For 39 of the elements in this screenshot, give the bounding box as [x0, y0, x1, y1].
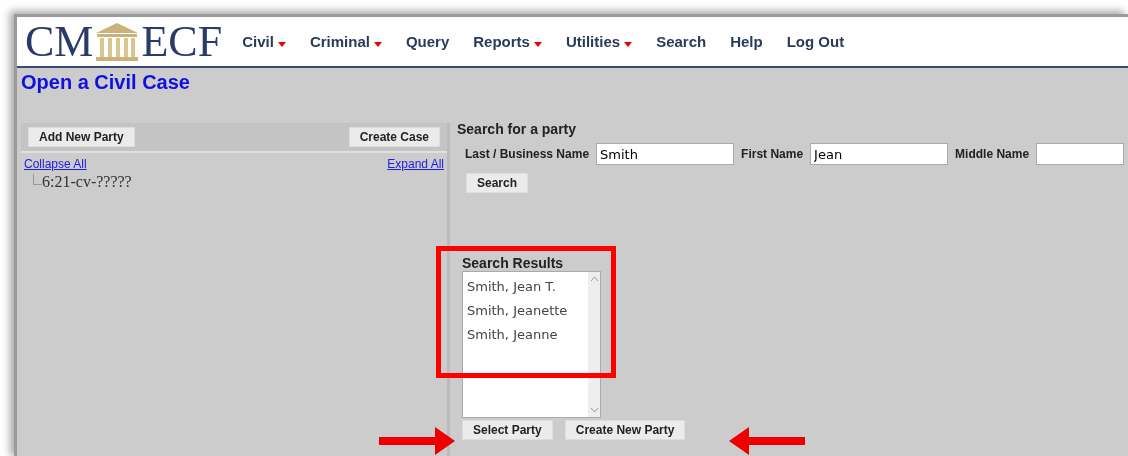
section-heading: Search for a party — [457, 121, 578, 137]
menu-item[interactable]: Log Out — [786, 33, 845, 50]
search-button[interactable]: Search — [466, 173, 529, 193]
menu-item[interactable]: Criminal — [309, 33, 382, 50]
text-field[interactable] — [1036, 143, 1125, 165]
menu-item[interactable]: Search — [656, 33, 707, 50]
scroll-up-icon — [589, 276, 599, 282]
list-item[interactable]: Smith, Jeanne — [467, 323, 584, 347]
toolbar-button[interactable]: Add New Party — [28, 127, 135, 147]
caret-icon — [533, 42, 542, 47]
caret-icon — [373, 42, 382, 47]
action-button[interactable]: Select Party — [462, 420, 553, 440]
toolbar-button[interactable]: Create Case — [348, 127, 440, 147]
list-item[interactable]: Smith, Jeanette — [467, 299, 584, 323]
scroll-down-icon — [589, 407, 599, 413]
menu-item[interactable]: Query — [405, 33, 450, 50]
field-label: Middle Name — [955, 147, 1030, 161]
results-list[interactable]: Smith, Jean T. Smith, Jeanette Smith, Jeanne — [462, 271, 601, 418]
menu-item[interactable]: Help — [730, 33, 763, 50]
tree-link[interactable]: Collapse All — [24, 157, 87, 171]
field-label: First Name — [741, 147, 804, 161]
page-title: Open a Civil Case — [20, 70, 191, 95]
caret-icon — [624, 42, 633, 47]
cmecf-logo: CM ECF — [25, 19, 223, 64]
scrollbar[interactable] — [588, 272, 600, 417]
list-item[interactable]: Smith, Jean T. — [467, 275, 584, 299]
text-field[interactable]: Jean — [810, 143, 949, 165]
caret-icon — [277, 42, 286, 47]
courthouse-icon — [94, 21, 141, 62]
action-button[interactable]: Create New Party — [564, 420, 686, 440]
tree-link[interactable]: Expand All — [387, 157, 444, 171]
menu-item[interactable]: Reports — [473, 33, 542, 50]
field-label: Last / Business Name — [465, 147, 590, 161]
menu-item[interactable]: Civil — [242, 33, 286, 50]
menu-item[interactable]: Utilities — [565, 33, 633, 50]
section-heading: Search Results — [462, 255, 565, 271]
tree-line — [33, 174, 42, 185]
tree-node[interactable]: 6:21-cv-????? — [42, 173, 132, 191]
text-field[interactable]: Smith — [596, 143, 735, 165]
